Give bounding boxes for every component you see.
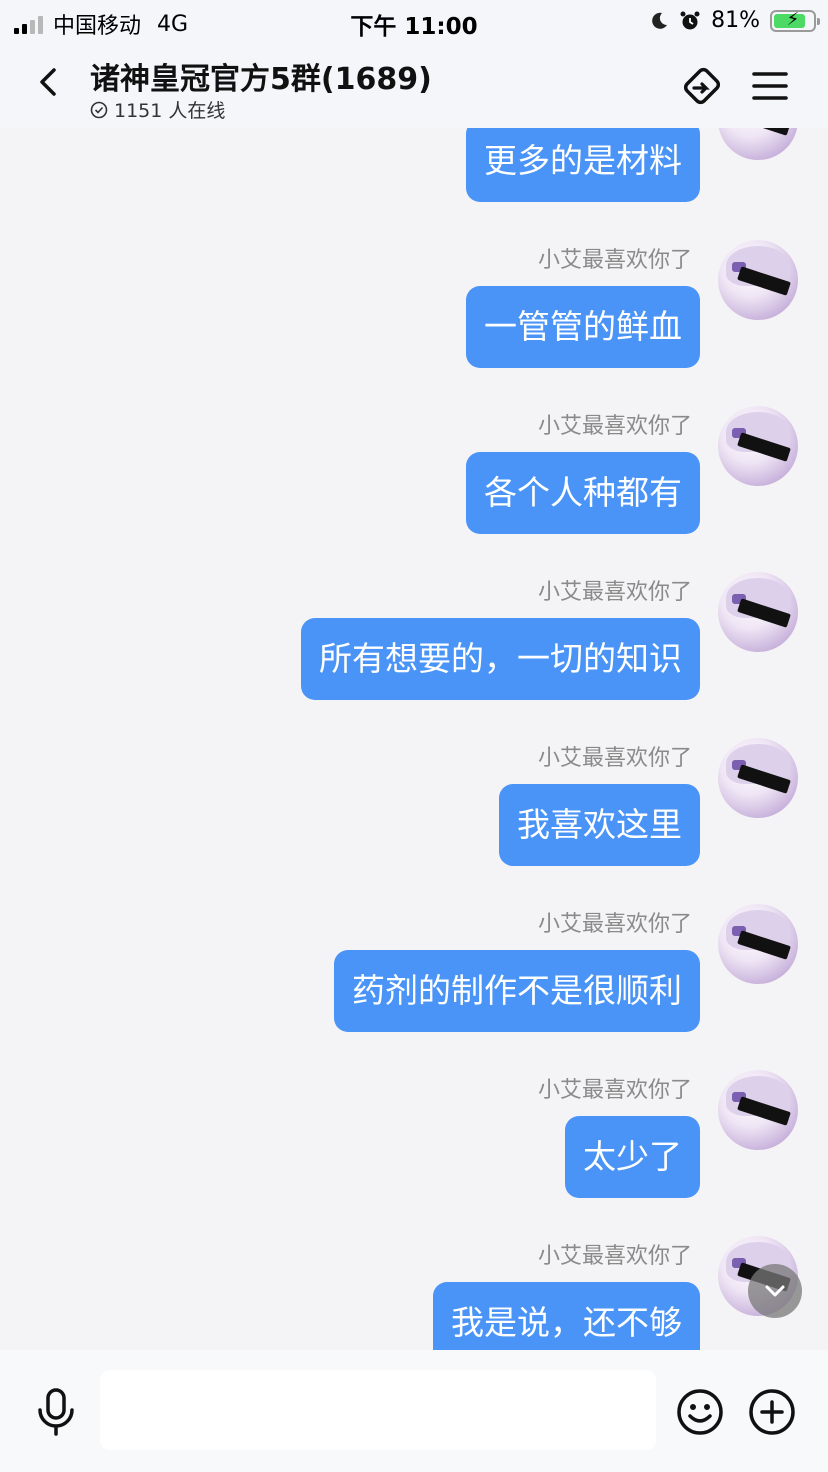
message-item: 小艾最喜欢你了 所有想要的，一切的知识	[0, 572, 828, 702]
sender-nickname: 小艾最喜欢你了	[537, 912, 692, 937]
message-item: 小艾最喜欢你了 各个人种都有	[0, 406, 828, 536]
input-bar	[0, 1350, 828, 1472]
avatar[interactable]	[718, 904, 798, 984]
status-right: 81% ⚡	[649, 8, 820, 33]
clock-check-icon	[90, 101, 108, 118]
avatar[interactable]	[718, 738, 798, 818]
avatar[interactable]	[718, 572, 798, 652]
sender-nickname: 小艾最喜欢你了	[537, 1244, 692, 1269]
sender-nickname: 小艾最喜欢你了	[537, 1078, 692, 1103]
message-bubble[interactable]: 太少了	[565, 1116, 700, 1198]
moon-icon	[652, 12, 668, 29]
plus-icon[interactable]	[748, 1388, 796, 1436]
message-bubble[interactable]: 一管管的鲜血	[466, 286, 700, 368]
message-item: 更多的是材料	[0, 128, 828, 208]
back-arrow-icon[interactable]	[30, 62, 70, 102]
chat-header: 诸神皇冠官方5群(1689) 1151 人在线	[0, 42, 828, 128]
message-bubble[interactable]: 各个人种都有	[466, 452, 700, 534]
message-item: 小艾最喜欢你了 药剂的制作不是很顺利	[0, 904, 828, 1034]
message-bubble[interactable]: 我是说，还不够	[433, 1282, 700, 1350]
sender-nickname: 小艾最喜欢你了	[537, 580, 692, 605]
avatar[interactable]	[718, 240, 798, 320]
message-bubble[interactable]: 药剂的制作不是很顺利	[334, 950, 700, 1032]
scroll-to-bottom-button[interactable]	[748, 1264, 802, 1318]
microphone-icon[interactable]	[34, 1388, 78, 1436]
sender-nickname: 小艾最喜欢你了	[537, 746, 692, 771]
message-list[interactable]: 更多的是材料 小艾最喜欢你了 一管管的鲜血 小艾最喜欢你了 各个人种都有 小艾最…	[0, 128, 828, 1350]
alarm-icon	[680, 11, 700, 29]
battery-icon: ⚡	[770, 9, 820, 32]
sender-nickname: 小艾最喜欢你了	[537, 248, 692, 273]
battery-percent: 81%	[711, 8, 760, 33]
message-item: 小艾最喜欢你了 太少了	[0, 1070, 828, 1200]
avatar[interactable]	[718, 128, 798, 160]
online-count: 1151 人在线	[114, 100, 226, 122]
sender-nickname: 小艾最喜欢你了	[537, 414, 692, 439]
message-bubble[interactable]: 所有想要的，一切的知识	[301, 618, 700, 700]
message-bubble[interactable]: 更多的是材料	[466, 128, 700, 202]
message-item: 小艾最喜欢你了 一管管的鲜血	[0, 240, 828, 370]
message-item: 小艾最喜欢你了 我喜欢这里	[0, 738, 828, 868]
link-share-icon[interactable]	[678, 62, 726, 110]
chevron-down-icon	[765, 1285, 785, 1297]
status-bar: 中国移动 4G 下午 11:00 81% ⚡	[0, 0, 828, 42]
menu-icon[interactable]	[746, 62, 794, 110]
emoji-icon[interactable]	[676, 1388, 724, 1436]
avatar[interactable]	[718, 1070, 798, 1150]
group-title[interactable]: 诸神皇冠官方5群(1689)	[90, 54, 432, 98]
avatar[interactable]	[718, 406, 798, 486]
message-bubble[interactable]: 我喜欢这里	[499, 784, 700, 866]
message-input[interactable]	[100, 1370, 656, 1450]
online-status: 1151 人在线	[90, 96, 225, 123]
message-item: 小艾最喜欢你了 我是说，还不够	[0, 1236, 828, 1350]
